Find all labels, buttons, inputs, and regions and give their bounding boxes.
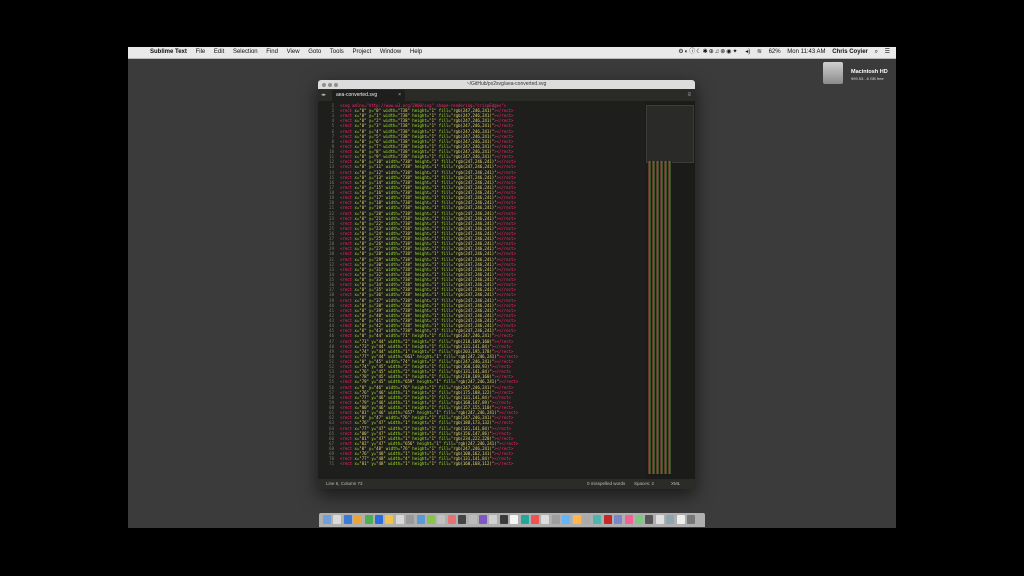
volume-icon[interactable]: ◂) [745, 49, 750, 55]
minimap-code-preview [648, 161, 672, 474]
dock [319, 513, 705, 527]
tab-bar: ◂▸ aea-converted.svg × ≡ [318, 89, 695, 101]
dock-app-icon[interactable] [364, 515, 373, 524]
spell-check-status: 0 misspelled words [587, 481, 626, 486]
dock-app-icon[interactable] [676, 515, 685, 524]
wifi-icon[interactable]: ≋ [757, 49, 762, 55]
status-menus: ⚙◐ⓘ☾✱⊕♫⊗◉✦ ◂) ≋ 62% Mon 11:43 AM Chris C… [673, 47, 890, 58]
menu-app-name[interactable]: Sublime Text [150, 49, 187, 55]
dock-app-icon[interactable] [645, 515, 654, 524]
tab-nav-arrows-icon[interactable]: ◂▸ [321, 89, 326, 101]
minimap-viewport[interactable] [646, 105, 694, 163]
dock-app-icon[interactable] [323, 515, 331, 524]
tab-close-icon[interactable]: × [398, 90, 401, 101]
dock-app-icon[interactable] [333, 515, 342, 524]
tab-aea-converted[interactable]: aea-converted.svg × [332, 90, 405, 101]
dock-app-icon[interactable] [375, 515, 383, 524]
menu-goto[interactable]: Goto [308, 49, 321, 55]
menu-project[interactable]: Project [352, 49, 371, 55]
tab-menu-icon[interactable]: ≡ [687, 89, 691, 101]
indentation-setting[interactable]: Spaces: 2 [634, 479, 654, 489]
dock-app-icon[interactable] [416, 515, 425, 524]
app-menus: Sublime Text File Edit Selection Find Vi… [150, 47, 429, 58]
line-number: 71 [329, 461, 334, 467]
notification-center-icon[interactable]: ☰ [885, 49, 890, 55]
cursor-position: Line 6, Column 73 [326, 481, 363, 486]
tab-label: aea-converted.svg [336, 92, 378, 98]
dock-app-icon[interactable] [437, 515, 446, 524]
dock-app-icon[interactable] [406, 515, 415, 524]
menu-user[interactable]: Chris Coyier [832, 49, 868, 55]
dock-app-icon[interactable] [520, 515, 529, 524]
dock-app-icon[interactable] [354, 515, 363, 524]
dock-app-icon[interactable] [458, 515, 467, 524]
dock-app-icon[interactable] [479, 515, 487, 524]
window-title: ~/GitHub/px2svg/aea-converted.svg [466, 81, 547, 87]
menu-selection[interactable]: Selection [233, 49, 258, 55]
dock-app-icon[interactable] [489, 515, 498, 524]
menu-bar: Sublime Text File Edit Selection Find Vi… [128, 47, 896, 59]
spotlight-icon[interactable]: ⌕ [875, 49, 878, 55]
dock-app-icon[interactable] [395, 515, 404, 524]
menu-view[interactable]: View [287, 49, 300, 55]
dock-app-icon[interactable] [603, 515, 612, 524]
zoom-window-icon[interactable] [334, 83, 338, 87]
hard-drive-icon[interactable] [823, 62, 843, 84]
hard-drive-name: Macintosh HD [851, 69, 888, 75]
dock-app-icon[interactable] [427, 515, 435, 524]
sublime-window: ~/GitHub/px2svg/aea-converted.svg ◂▸ aea… [318, 80, 695, 489]
menu-find[interactable]: Find [266, 49, 278, 55]
line-code: <rect x="81" y="48" width="1" height="1"… [340, 461, 514, 467]
editor-status-bar: Line 6, Column 73 0 misspelled words Spa… [318, 479, 695, 489]
dock-app-icon[interactable] [614, 515, 623, 524]
menu-window[interactable]: Window [380, 49, 401, 55]
menu-file[interactable]: File [196, 49, 206, 55]
dock-app-icon[interactable] [499, 515, 508, 524]
menu-extras-icons[interactable]: ⚙◐ⓘ☾✱⊕♫⊗◉✦ [678, 47, 738, 58]
code-line[interactable]: 71 <rect x="81" y="48" width="1" height="… [318, 461, 644, 466]
menu-clock[interactable]: Mon 11:43 AM [787, 49, 825, 55]
dock-app-icon[interactable] [593, 515, 602, 524]
menu-tools[interactable]: Tools [330, 49, 344, 55]
hard-drive-free: 999.53...6 GB free [851, 76, 884, 81]
dock-app-icon[interactable] [624, 515, 633, 524]
dock-app-icon[interactable] [531, 515, 539, 524]
syntax-selector[interactable]: XML [671, 479, 680, 489]
dock-app-icon[interactable] [655, 515, 664, 524]
dock-app-icon[interactable] [541, 515, 550, 524]
dock-app-icon[interactable] [447, 515, 456, 524]
dock-app-icon[interactable] [583, 515, 591, 524]
dock-app-icon[interactable] [635, 515, 643, 524]
dock-app-icon[interactable] [666, 515, 675, 524]
desktop-hard-drive[interactable]: Macintosh HD 999.53...6 GB free [823, 62, 893, 92]
window-titlebar[interactable]: ~/GitHub/px2svg/aea-converted.svg [318, 80, 695, 89]
minimap[interactable] [645, 101, 695, 479]
dock-app-icon[interactable] [562, 515, 571, 524]
menu-edit[interactable]: Edit [214, 49, 224, 55]
minimize-window-icon[interactable] [328, 83, 332, 87]
dock-app-icon[interactable] [468, 515, 477, 524]
battery-percent[interactable]: 62% [769, 49, 781, 55]
code-editor[interactable]: 1 <svg xmlns="http://www.w3.org/2000/svg"… [318, 101, 644, 479]
menu-help[interactable]: Help [410, 49, 422, 55]
dock-app-icon[interactable] [385, 515, 394, 524]
desktop-screen: Sublime Text File Edit Selection Find Vi… [128, 47, 896, 528]
dock-app-icon[interactable] [343, 515, 352, 524]
dock-app-icon[interactable] [551, 515, 560, 524]
dock-app-icon[interactable] [687, 515, 695, 524]
close-window-icon[interactable] [322, 83, 326, 87]
dock-app-icon[interactable] [510, 515, 519, 524]
dock-app-icon[interactable] [572, 515, 581, 524]
